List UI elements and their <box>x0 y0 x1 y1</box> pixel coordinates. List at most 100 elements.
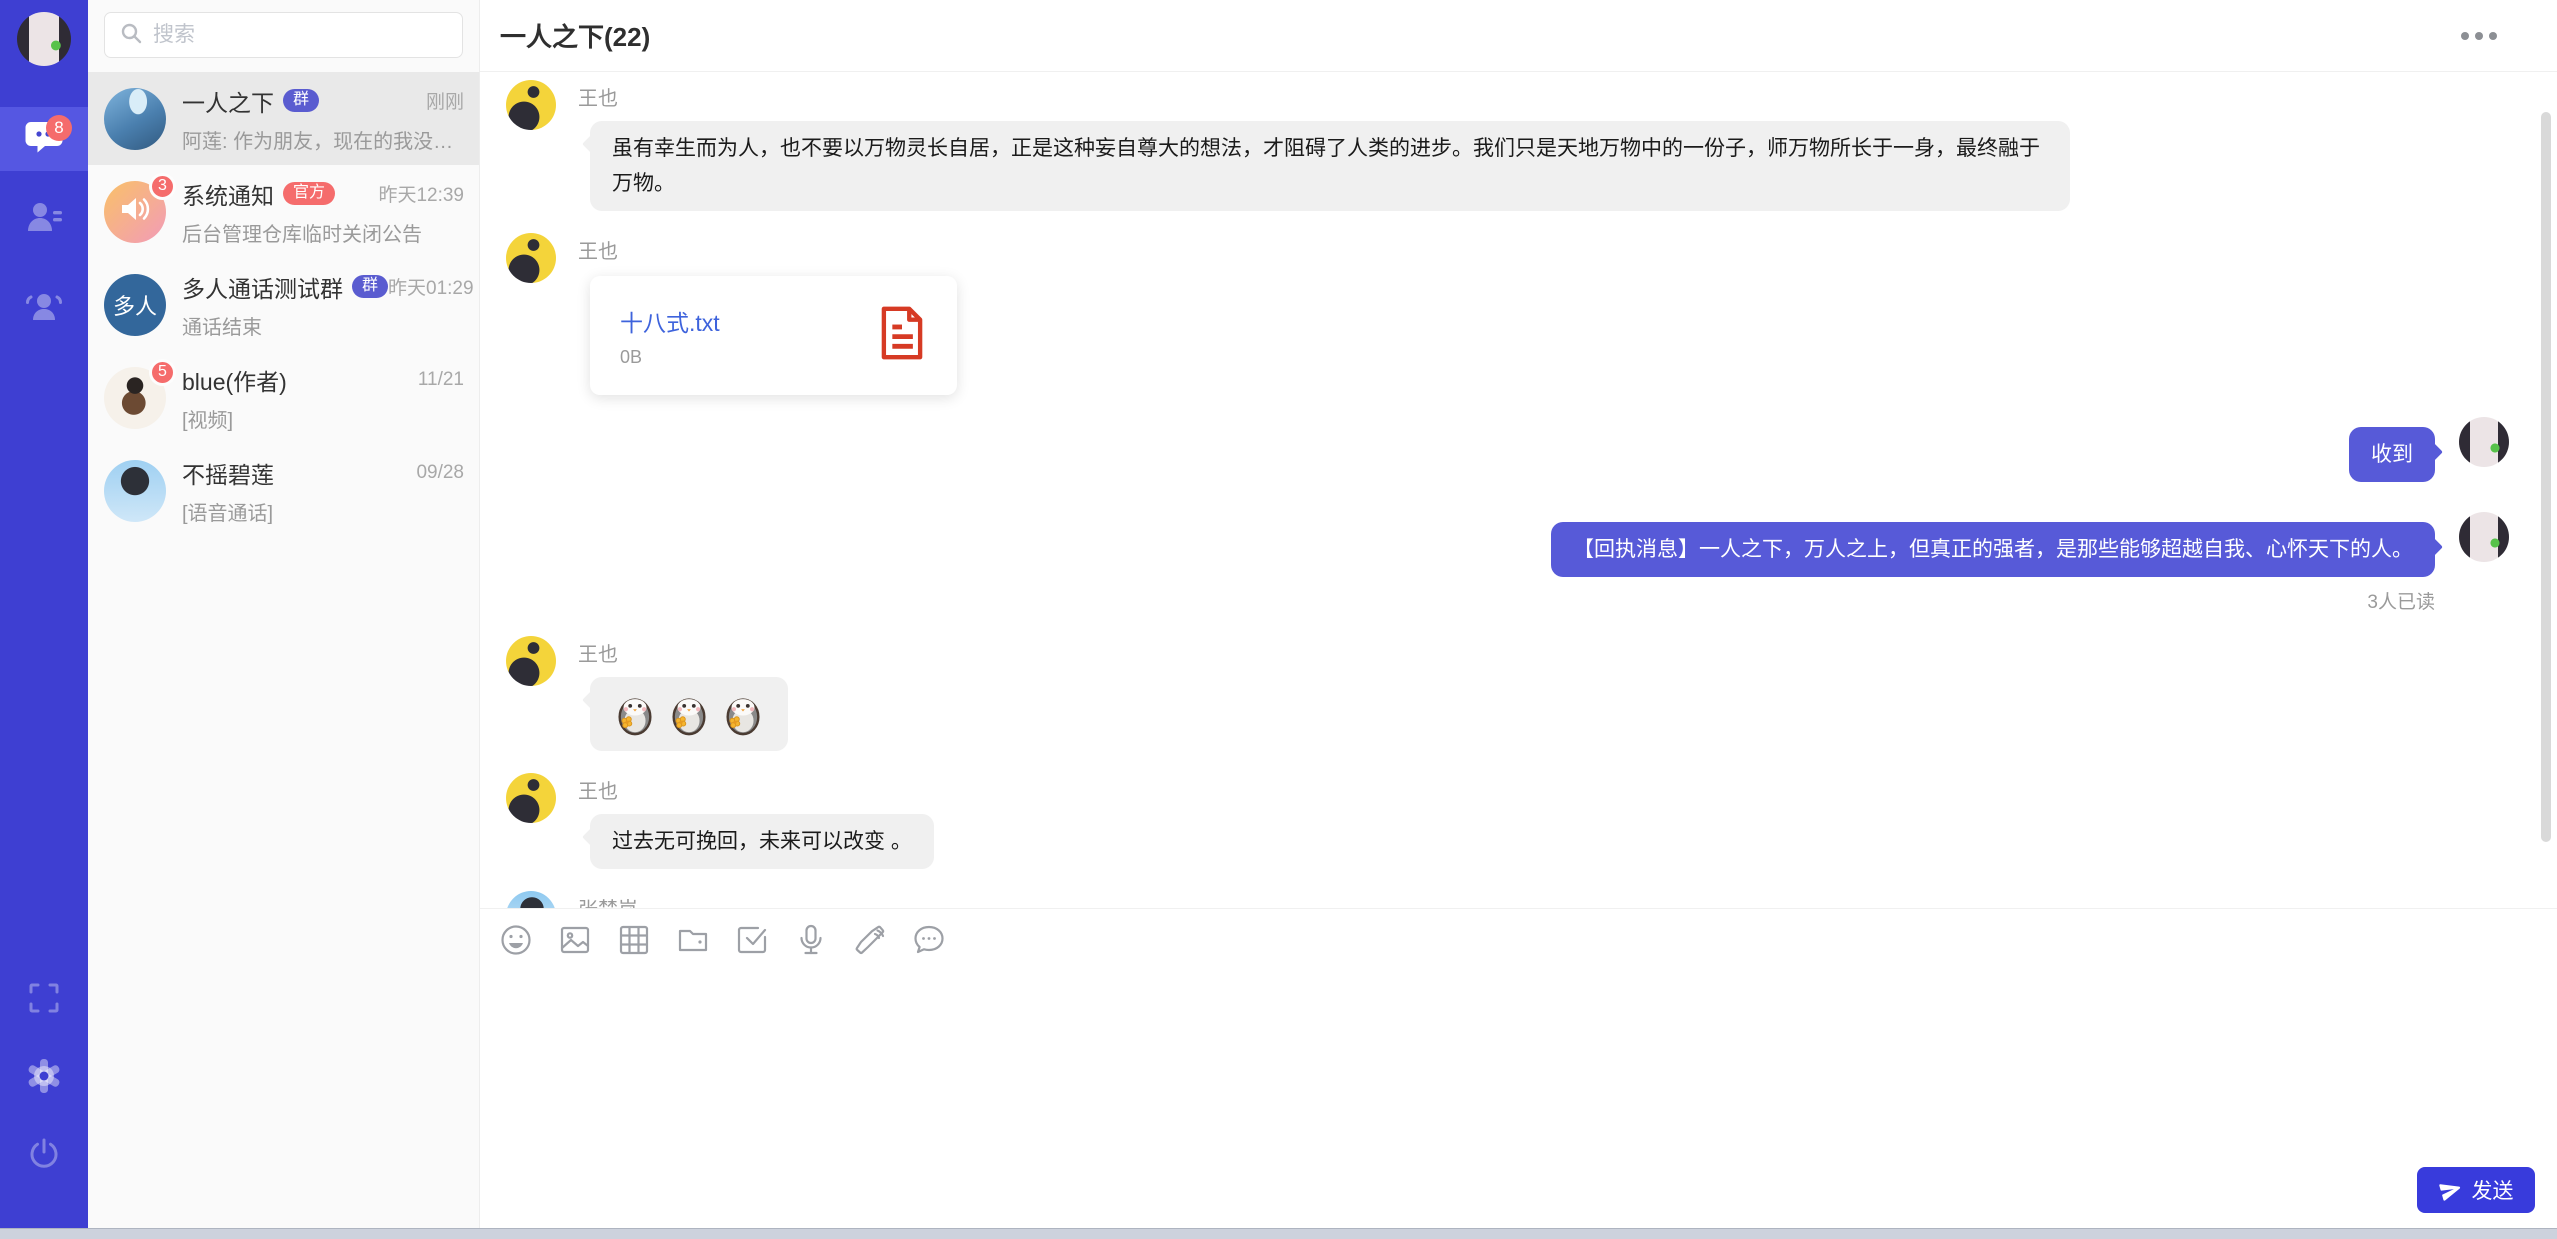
conversation-time: 昨天01:29 <box>388 273 474 300</box>
message-row: 王也 <box>506 636 2509 751</box>
ellipsis-icon <box>2461 32 2469 40</box>
sender-avatar[interactable] <box>506 891 556 908</box>
conversation-preview: 通话结束 <box>182 311 464 340</box>
nav-item-messages[interactable]: 8 <box>0 107 88 171</box>
voice-button[interactable] <box>793 922 829 958</box>
contacts-icon <box>24 199 64 240</box>
paper-plane-icon <box>2439 1178 2463 1202</box>
messages-unread-badge: 8 <box>46 115 72 141</box>
app-window: 8 <box>0 0 2557 1228</box>
conversation-name: 不摇碧莲 <box>182 456 274 490</box>
message-input[interactable] <box>502 970 2407 1168</box>
search-input[interactable] <box>153 23 448 47</box>
emoji-button[interactable] <box>498 922 534 958</box>
penguin-stickers <box>612 687 766 741</box>
read-status[interactable]: 3人已读 <box>2367 587 2435 614</box>
conversation-time: 11/21 <box>418 369 464 391</box>
send-label: 发送 <box>2472 1175 2514 1205</box>
conversation-name: 一人之下 <box>182 84 274 118</box>
conversation-time: 刚刚 <box>426 87 464 114</box>
page-title: 一人之下(22) <box>500 17 650 54</box>
conversation-list: 一人之下 群 刚刚 阿莲: 作为朋友，现在的我没法... <box>88 0 480 1228</box>
chat-list-item-system-notice[interactable]: 3 系统通知 官方 昨天12:39 后台管理仓库临时关闭公告 <box>88 165 479 258</box>
conversation-name: blue(作者) <box>182 363 287 397</box>
message-bubble[interactable]: 虽有幸生而为人，也不要以万物灵长自居，正是这种妄自尊大的想法，才阻碍了人类的进步… <box>590 121 2070 211</box>
message-bubble[interactable]: 收到 <box>2349 427 2435 482</box>
horizontal-scrollbar[interactable] <box>0 1228 2557 1239</box>
file-button[interactable] <box>675 922 711 958</box>
sender-avatar[interactable] <box>506 233 556 283</box>
unread-badge: 5 <box>149 359 176 386</box>
screenshot-button[interactable] <box>734 922 770 958</box>
power-icon <box>27 1137 61 1176</box>
nav-rail: 8 <box>0 0 88 1228</box>
conversation-preview: [视频] <box>182 404 464 433</box>
penguin-sticker-icon <box>666 691 712 737</box>
official-badge: 官方 <box>283 182 335 205</box>
group-badge: 群 <box>283 89 319 112</box>
conversation-avatar: 多人 <box>104 274 166 336</box>
nav-footer <box>0 942 88 1228</box>
conversation-preview: 后台管理仓库临时关闭公告 <box>182 218 464 247</box>
conversation-time: 昨天12:39 <box>378 180 464 207</box>
nav-item-groups[interactable] <box>0 287 88 327</box>
conversation-preview: 阿莲: 作为朋友，现在的我没法... <box>182 125 464 154</box>
conversation-avatar <box>104 88 166 150</box>
sender-name: 王也 <box>578 775 618 804</box>
video-button[interactable] <box>616 922 652 958</box>
message-row: 张楚岚 作为朋友，现在的我没法保证救你逃出生天，我能保证的只有...如果你真的会… <box>506 891 2509 908</box>
message-bubble[interactable]: 【回执消息】一人之下，万人之上，但真正的强者，是那些能够超越自我、心怀天下的人。 <box>1551 522 2435 577</box>
message-row: 王也 过去无可挽回，未来可以改变 。 <box>506 773 2509 869</box>
sender-avatar[interactable] <box>506 773 556 823</box>
message-list: 王也 虽有幸生而为人，也不要以万物灵长自居，正是这种妄自尊大的想法，才阻碍了人类… <box>480 72 2557 908</box>
own-avatar[interactable] <box>2459 512 2509 562</box>
message-bubble[interactable] <box>590 677 788 751</box>
chat-list-item-blue[interactable]: 5 blue(作者) 11/21 [视频] <box>88 351 479 444</box>
document-icon <box>873 304 931 367</box>
sender-avatar[interactable] <box>506 80 556 130</box>
sender-name: 王也 <box>578 82 618 111</box>
composer: 发送 <box>480 908 2557 1228</box>
conversation-name: 系统通知 <box>182 177 274 211</box>
group-badge: 群 <box>352 275 388 298</box>
gear-icon <box>25 1057 63 1100</box>
penguin-sticker-icon <box>612 691 658 737</box>
fullscreen-icon <box>28 982 60 1019</box>
message-row: 【回执消息】一人之下，万人之上，但真正的强者，是那些能够超越自我、心怀天下的人。… <box>506 512 2509 614</box>
user-avatar[interactable] <box>17 12 71 66</box>
message-bubble[interactable]: 过去无可挽回，未来可以改变 。 <box>590 814 934 869</box>
conversation-name: 多人通话测试群 <box>182 270 343 304</box>
vertical-scrollbar[interactable] <box>2541 112 2551 842</box>
message-history-button[interactable] <box>911 922 947 958</box>
search-bar <box>104 12 463 58</box>
chat-pane: 一人之下(22) 王也 虽有幸生而为人，也不要以万物灵长自居，正是这种妄自尊大的… <box>480 0 2557 1228</box>
message-row: 王也 虽有幸生而为人，也不要以万物灵长自居，正是这种妄自尊大的想法，才阻碍了人类… <box>506 80 2509 211</box>
nav-item-contacts[interactable] <box>0 199 88 239</box>
settings-button[interactable] <box>0 1058 88 1098</box>
logout-button[interactable] <box>0 1136 88 1176</box>
message-row: 王也 十八式.txt 0B <box>506 233 2509 395</box>
own-avatar[interactable] <box>2459 417 2509 467</box>
chat-list-item-yirenzhixia[interactable]: 一人之下 群 刚刚 阿莲: 作为朋友，现在的我没法... <box>88 72 479 165</box>
penguin-sticker-icon <box>720 691 766 737</box>
file-size: 0B <box>620 347 873 368</box>
conversation-time: 09/28 <box>416 462 464 484</box>
sender-avatar[interactable] <box>506 636 556 686</box>
file-card[interactable]: 十八式.txt 0B <box>590 276 957 395</box>
call-button[interactable] <box>852 922 888 958</box>
chat-list-item-multicall-group[interactable]: 多人 多人通话测试群 群 昨天01:29 通话结束 <box>88 258 479 351</box>
composer-toolbar <box>480 909 2557 962</box>
more-options-button[interactable] <box>2453 24 2505 48</box>
unread-badge: 3 <box>149 173 176 200</box>
message-row: 收到 <box>506 417 2509 482</box>
sender-name: 王也 <box>578 638 618 667</box>
chat-list-item-buyaobilian[interactable]: 不摇碧莲 09/28 [语音通话] <box>88 444 479 537</box>
group-icon <box>23 287 65 328</box>
image-button[interactable] <box>557 922 593 958</box>
send-button[interactable]: 发送 <box>2417 1167 2535 1213</box>
fullscreen-button[interactable] <box>0 980 88 1020</box>
chat-header: 一人之下(22) <box>480 0 2557 72</box>
speaker-icon <box>119 194 151 229</box>
conversation-preview: [语音通话] <box>182 497 464 526</box>
file-name: 十八式.txt <box>620 304 873 338</box>
